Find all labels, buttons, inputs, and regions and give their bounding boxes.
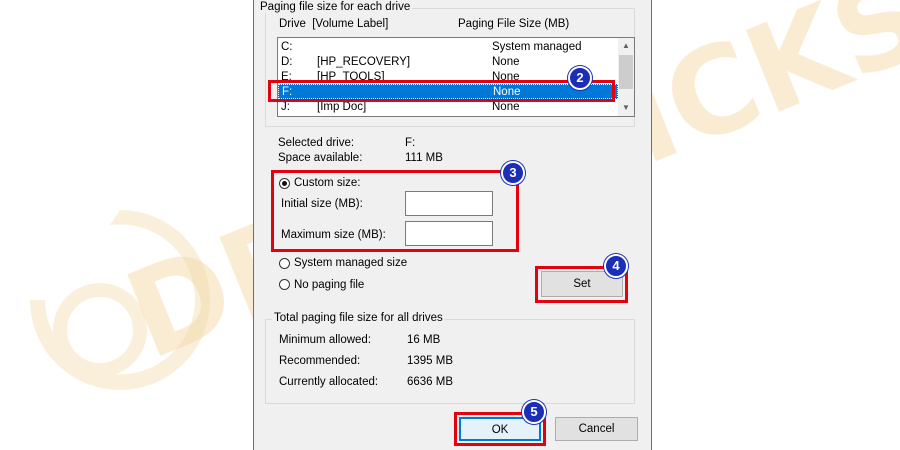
annotation-badge-5: 5 xyxy=(522,400,546,424)
paging-group-title: Paging file size for each drive xyxy=(258,1,413,13)
annotation-badge-4: 4 xyxy=(604,254,628,278)
recommended-value: 1395 MB xyxy=(407,355,454,367)
recommended-label: Recommended: xyxy=(279,355,361,367)
totals-group-title: Total paging file size for all drives xyxy=(272,312,445,324)
minimum-allowed-value: 16 MB xyxy=(407,334,441,346)
column-header-size: Paging File Size (MB) xyxy=(458,18,570,30)
space-available-value: 111 MB xyxy=(405,152,443,164)
drive-row[interactable]: J: [Imp Doc] None xyxy=(278,100,618,115)
no-paging-radio[interactable] xyxy=(279,279,290,290)
drive-row[interactable]: C: System managed xyxy=(278,40,618,55)
no-paging-label[interactable]: No paging file xyxy=(294,279,364,291)
selected-drive-label: Selected drive: xyxy=(278,137,355,149)
currently-allocated-value: 6636 MB xyxy=(407,376,454,388)
annotation-badge-3: 3 xyxy=(501,161,525,185)
system-managed-label[interactable]: System managed size xyxy=(294,257,407,269)
currently-allocated-label: Currently allocated: xyxy=(279,376,379,388)
minimum-allowed-label: Minimum allowed: xyxy=(279,334,372,346)
cancel-button[interactable]: Cancel xyxy=(555,417,638,441)
annotation-badge-2: 2 xyxy=(568,66,592,90)
space-available-label: Space available: xyxy=(278,152,363,164)
scroll-thumb[interactable] xyxy=(619,55,633,89)
annotation-box-selected-drive xyxy=(268,80,615,102)
selected-drive-value: F: xyxy=(405,137,416,149)
scroll-down-icon[interactable]: ▼ xyxy=(618,100,634,116)
system-managed-radio[interactable] xyxy=(279,258,290,269)
scroll-up-icon[interactable]: ▲ xyxy=(618,38,634,54)
annotation-box-custom-size xyxy=(271,170,519,252)
drive-row[interactable]: D: [HP_RECOVERY] None xyxy=(278,55,618,70)
column-header-drive: Drive [Volume Label] xyxy=(279,18,389,30)
list-scrollbar[interactable]: ▲ ▼ xyxy=(618,38,634,116)
